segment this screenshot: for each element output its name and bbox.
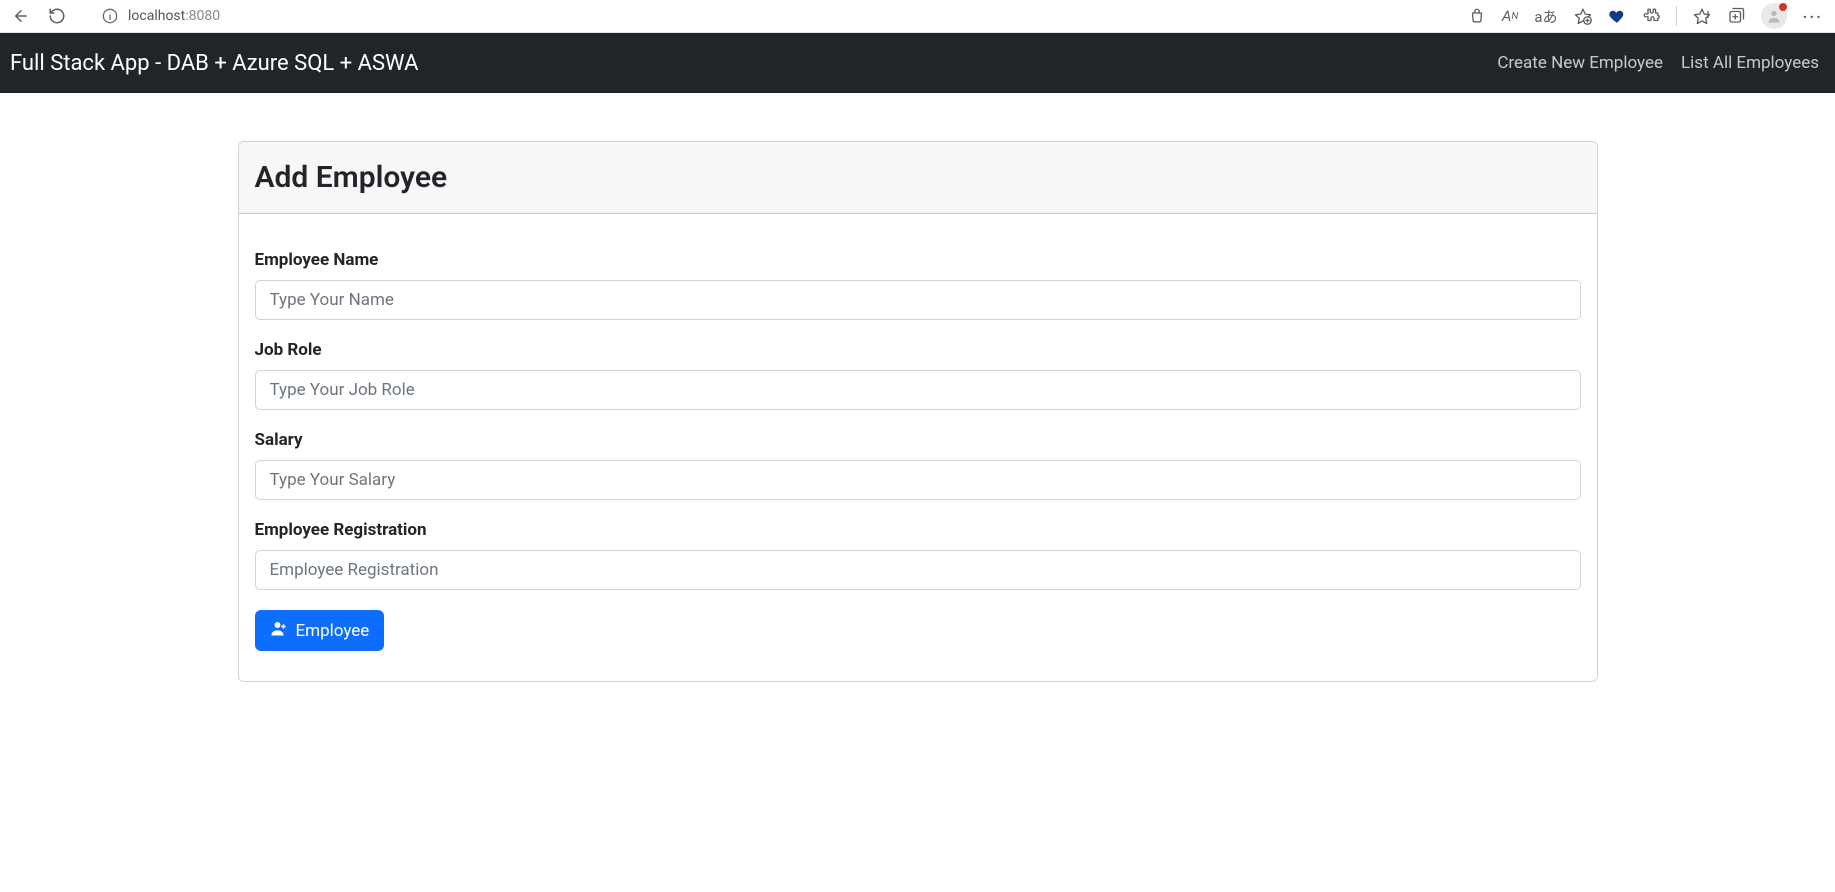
job-role-label: Job Role xyxy=(255,340,1581,360)
browser-toolbar: localhost:8080 AN aあ ··· xyxy=(0,0,1835,33)
navbar-brand[interactable]: Full Stack App - DAB + Azure SQL + ASWA xyxy=(8,51,418,76)
translate-icon[interactable]: aあ xyxy=(1534,6,1557,27)
add-employee-card: Add Employee Employee Name Job Role Sala… xyxy=(238,141,1598,682)
address-text: localhost:8080 xyxy=(128,8,220,24)
favorites-icon[interactable] xyxy=(1693,7,1711,25)
add-employee-button-label: Employee xyxy=(296,621,370,641)
employee-name-label: Employee Name xyxy=(255,250,1581,270)
add-employee-button[interactable]: Employee xyxy=(255,610,385,651)
salary-label: Salary xyxy=(255,430,1581,450)
collections-icon[interactable] xyxy=(1727,7,1745,25)
employee-registration-label: Employee Registration xyxy=(255,520,1581,540)
person-plus-icon xyxy=(270,619,288,642)
shopping-icon[interactable] xyxy=(1468,7,1486,25)
salary-input[interactable] xyxy=(255,460,1581,500)
favorites-add-icon[interactable] xyxy=(1574,7,1592,25)
site-info-icon[interactable] xyxy=(102,8,118,24)
divider xyxy=(1676,6,1677,26)
wellbeing-icon[interactable] xyxy=(1608,7,1626,25)
profile-avatar[interactable] xyxy=(1761,3,1787,29)
refresh-icon[interactable] xyxy=(48,7,66,25)
card-header: Add Employee xyxy=(239,142,1597,214)
employee-name-input[interactable] xyxy=(255,280,1581,320)
address-bar[interactable]: localhost:8080 xyxy=(88,2,1454,30)
back-icon[interactable] xyxy=(12,7,30,25)
employee-registration-input[interactable] xyxy=(255,550,1581,590)
more-icon[interactable]: ··· xyxy=(1803,7,1823,26)
extensions-icon[interactable] xyxy=(1642,7,1660,25)
read-aloud-icon[interactable]: AN xyxy=(1502,7,1518,25)
page-title: Add Employee xyxy=(255,160,1581,195)
job-role-input[interactable] xyxy=(255,370,1581,410)
nav-link-create-employee[interactable]: Create New Employee xyxy=(1497,53,1663,73)
app-navbar: Full Stack App - DAB + Azure SQL + ASWA … xyxy=(0,33,1835,93)
nav-link-list-employees[interactable]: List All Employees xyxy=(1681,53,1819,73)
